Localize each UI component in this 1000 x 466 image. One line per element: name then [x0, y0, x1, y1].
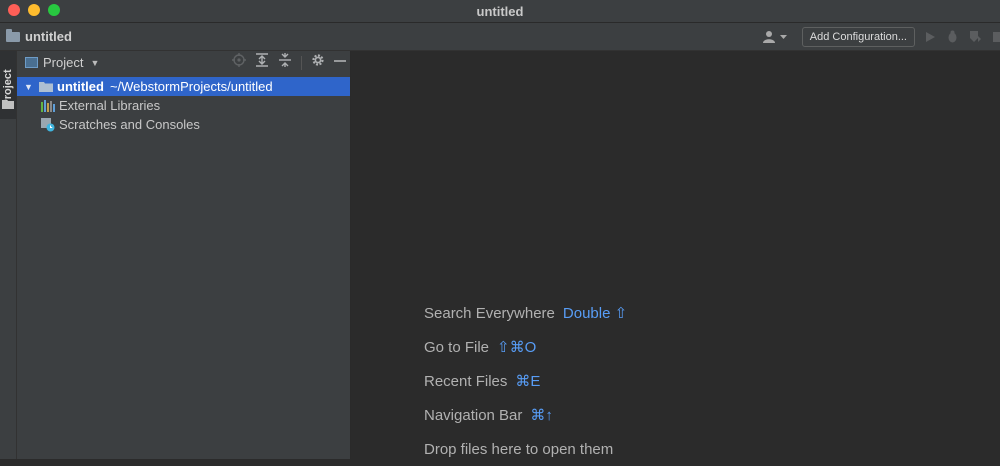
hint-search-everywhere: Search Everywhere Double ⇧ — [424, 296, 627, 330]
debug-button[interactable] — [946, 30, 959, 43]
title-bar: untitled — [0, 0, 1000, 23]
expand-all-button[interactable] — [255, 53, 269, 72]
library-icon — [41, 99, 55, 112]
folder-icon — [2, 100, 14, 109]
target-icon — [232, 53, 246, 67]
expand-all-icon — [256, 53, 268, 67]
folder-icon — [39, 81, 53, 92]
bug-icon — [948, 30, 957, 43]
gear-icon — [312, 54, 324, 66]
project-panel-title: Project — [43, 55, 84, 70]
breadcrumb[interactable]: untitled — [6, 28, 72, 44]
tree-row-external-libraries[interactable]: External Libraries — [17, 96, 350, 115]
close-window-button[interactable] — [8, 4, 20, 16]
window-controls — [8, 4, 60, 16]
folder-icon — [6, 28, 20, 42]
tree-item-label: Scratches and Consoles — [59, 117, 200, 132]
tree-row-scratches[interactable]: Scratches and Consoles — [17, 115, 350, 134]
hint-shortcut: ⌘↑ — [530, 407, 553, 424]
editor-area[interactable]: Search Everywhere Double ⇧ Go to File ⇧⌘… — [351, 51, 1000, 459]
hide-panel-button[interactable] — [334, 54, 346, 72]
hint-recent-files: Recent Files ⌘E — [424, 364, 627, 398]
hint-go-to-file: Go to File ⇧⌘O — [424, 330, 627, 364]
window-title: untitled — [476, 3, 524, 19]
collapse-all-icon — [279, 53, 291, 67]
hint-drop-files: Drop files here to open them — [424, 432, 627, 466]
hint-shortcut: ⇧⌘O — [497, 339, 537, 356]
run-button[interactable] — [925, 31, 936, 43]
chevron-down-icon[interactable]: ▼ — [24, 82, 36, 92]
tool-window-strip: Project — [0, 51, 17, 459]
project-panel-header: Project ▼ — [17, 51, 350, 74]
settings-button[interactable] — [311, 53, 325, 72]
project-tree: ▼ untitled ~/WebstormProjects/untitled E… — [17, 77, 350, 134]
minimize-window-button[interactable] — [28, 4, 40, 16]
navigation-bar: untitled Add Configuration... — [0, 23, 1000, 51]
coverage-button[interactable] — [969, 30, 982, 43]
breadcrumb-label: untitled — [25, 29, 72, 44]
hint-label: Navigation Bar — [424, 406, 523, 424]
project-tool-tab[interactable]: Project — [0, 51, 16, 119]
account-button[interactable] — [762, 30, 788, 43]
stop-button[interactable] — [992, 31, 1000, 43]
minimize-icon — [334, 59, 346, 62]
coverage-icon — [970, 31, 981, 42]
hint-shortcut: Double ⇧ — [562, 305, 628, 322]
collapse-all-button[interactable] — [278, 53, 292, 72]
hint-shortcut: ⌘E — [515, 373, 541, 390]
hint-label: Drop files here to open them — [424, 440, 614, 458]
project-view-selector[interactable]: Project ▼ — [25, 55, 99, 70]
root-folder-name: untitled — [57, 79, 104, 94]
project-window-icon — [25, 57, 38, 68]
separator — [301, 55, 302, 70]
hint-label: Go to File — [424, 338, 490, 356]
user-icon — [762, 31, 775, 43]
project-panel: Project ▼ ▼ untitled ~/WebstormProjects/… — [17, 51, 351, 459]
tree-item-label: External Libraries — [59, 98, 161, 113]
hint-label: Search Everywhere — [424, 304, 555, 322]
hint-navigation-bar: Navigation Bar ⌘↑ — [424, 398, 627, 432]
scratches-icon — [41, 117, 55, 132]
locate-file-button[interactable] — [232, 53, 246, 72]
hint-label: Recent Files — [424, 372, 508, 390]
run-icon — [926, 31, 935, 42]
empty-editor-hints: Search Everywhere Double ⇧ Go to File ⇧⌘… — [424, 296, 627, 466]
root-folder-path: ~/WebstormProjects/untitled — [109, 79, 273, 94]
zoom-window-button[interactable] — [48, 4, 60, 16]
stop-icon — [993, 31, 1000, 42]
tree-row-root[interactable]: ▼ untitled ~/WebstormProjects/untitled — [17, 77, 350, 96]
chevron-down-icon — [779, 34, 787, 39]
chevron-down-icon: ▼ — [90, 57, 100, 68]
add-configuration-button[interactable]: Add Configuration... — [801, 26, 915, 47]
